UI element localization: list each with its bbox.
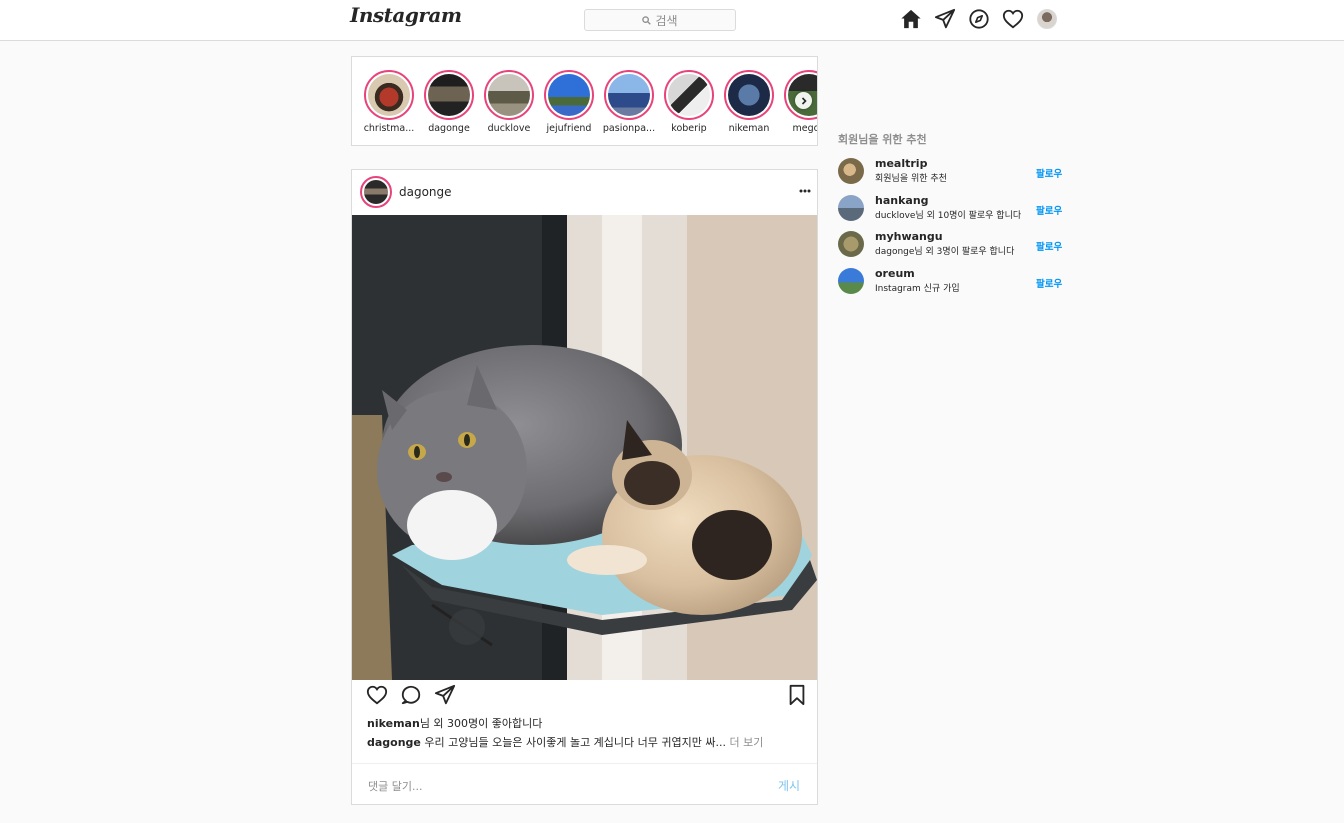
profile-avatar-image: [1037, 9, 1057, 29]
story-username: nikeman: [728, 123, 770, 134]
post-header: dagonge: [352, 170, 817, 215]
comment-bubble-icon[interactable]: [400, 684, 422, 706]
instagram-logo[interactable]: Instagram: [350, 3, 462, 27]
top-navigation-bar: Instagram 검색: [0, 0, 1344, 41]
likes-count-text: 님 외 300명이 좋아합니다: [419, 717, 543, 730]
suggestion-username[interactable]: myhwangu: [875, 230, 943, 243]
story-item[interactable]: nikeman: [719, 70, 779, 134]
suggestion-avatar[interactable]: [838, 268, 864, 294]
suggestion-description: dagonge님 외 3명이 팔로우 합니다: [875, 247, 1015, 257]
story-avatar: [428, 74, 470, 116]
suggestion-avatar[interactable]: [838, 158, 864, 184]
story-avatar: [548, 74, 590, 116]
feed-post: dagonge nikeman님 외 300명이 좋아합니다 dagonge 우…: [351, 169, 818, 805]
search-input[interactable]: 검색: [584, 9, 736, 31]
suggestion-description: Instagram 신규 가입: [875, 284, 960, 294]
story-avatar: [668, 74, 710, 116]
story-avatar: [368, 74, 410, 116]
follow-button[interactable]: 팔로우: [1036, 276, 1062, 290]
story-item[interactable]: pasionpa...: [599, 70, 659, 134]
share-direct-icon[interactable]: [434, 684, 456, 706]
suggestion-description: 회원님을 위한 추천: [875, 174, 947, 184]
suggestion-item: myhwangu dagonge님 외 3명이 팔로우 합니다 팔로우: [838, 230, 1068, 260]
nav-icon-group: [900, 8, 1058, 30]
story-avatar: [608, 74, 650, 116]
story-username: ducklove: [487, 123, 531, 134]
story-username: koberip: [671, 123, 707, 134]
story-item[interactable]: jejufriend: [539, 70, 599, 134]
stories-next-button[interactable]: [795, 92, 812, 109]
suggestion-username[interactable]: hankang: [875, 194, 929, 207]
follow-button[interactable]: 팔로우: [1036, 166, 1062, 180]
chevron-right-icon: [801, 96, 807, 105]
story-item[interactable]: christma...: [359, 70, 419, 134]
bookmark-icon[interactable]: [786, 684, 808, 706]
profile-avatar[interactable]: [1036, 8, 1058, 30]
search-placeholder: 검색: [655, 13, 678, 28]
stories-tray: christma... dagonge ducklove jejufriend …: [351, 56, 818, 146]
story-username: dagonge: [428, 123, 470, 134]
comment-form: 댓글 달기... 게시: [352, 763, 817, 804]
direct-message-icon[interactable]: [934, 8, 956, 30]
home-icon[interactable]: [900, 8, 922, 30]
suggestion-avatar[interactable]: [838, 195, 864, 221]
post-author-avatar-image: [364, 180, 388, 204]
explore-compass-icon[interactable]: [968, 8, 990, 30]
cats-photo: [352, 215, 817, 680]
post-likes[interactable]: nikeman님 외 300명이 좋아합니다: [367, 715, 542, 731]
search-icon: [642, 15, 652, 25]
more-options-icon[interactable]: [799, 183, 811, 199]
story-item[interactable]: koberip: [659, 70, 719, 134]
story-username: pasionpa...: [602, 123, 656, 134]
suggestion-username[interactable]: oreum: [875, 267, 915, 280]
suggestion-avatar[interactable]: [838, 231, 864, 257]
story-item[interactable]: dagonge: [419, 70, 479, 134]
suggestion-item: hankang ducklove님 외 10명이 팔로우 합니다 팔로우: [838, 194, 1068, 224]
suggestion-username[interactable]: mealtrip: [875, 157, 927, 170]
story-item[interactable]: ducklove: [479, 70, 539, 134]
story-username: christma...: [363, 123, 415, 134]
suggestion-description: ducklove님 외 10명이 팔로우 합니다: [875, 211, 1022, 221]
suggestion-item: oreum Instagram 신규 가입 팔로우: [838, 267, 1068, 297]
suggestions-title: 회원님을 위한 추천: [838, 133, 927, 146]
post-actions: [366, 684, 456, 706]
comment-submit-button[interactable]: 게시: [778, 777, 800, 794]
comment-input[interactable]: 댓글 달기...: [368, 778, 422, 794]
suggestion-item: mealtrip 회원님을 위한 추천 팔로우: [838, 157, 1068, 187]
like-heart-icon[interactable]: [366, 684, 388, 706]
caption-username[interactable]: dagonge: [367, 736, 421, 749]
activity-heart-icon[interactable]: [1002, 8, 1024, 30]
post-caption: dagonge 우리 고양님들 오늘은 사이좋게 놀고 계십니다 너무 귀엽지만…: [367, 734, 763, 750]
post-photo-cats[interactable]: [352, 215, 817, 680]
follow-button[interactable]: 팔로우: [1036, 203, 1062, 217]
post-author-avatar[interactable]: [360, 176, 392, 208]
likes-username[interactable]: nikeman: [367, 717, 420, 730]
caption-more-link[interactable]: 더 보기: [726, 736, 763, 749]
caption-text: 우리 고양님들 오늘은 사이좋게 놀고 계십니다 너무 귀엽지만 싸...: [420, 736, 726, 749]
story-username: jejufriend: [546, 123, 592, 134]
story-avatar: [728, 74, 770, 116]
follow-button[interactable]: 팔로우: [1036, 239, 1062, 253]
story-username: megod: [792, 123, 818, 134]
story-avatar: [488, 74, 530, 116]
post-author-username[interactable]: dagonge: [399, 185, 452, 199]
